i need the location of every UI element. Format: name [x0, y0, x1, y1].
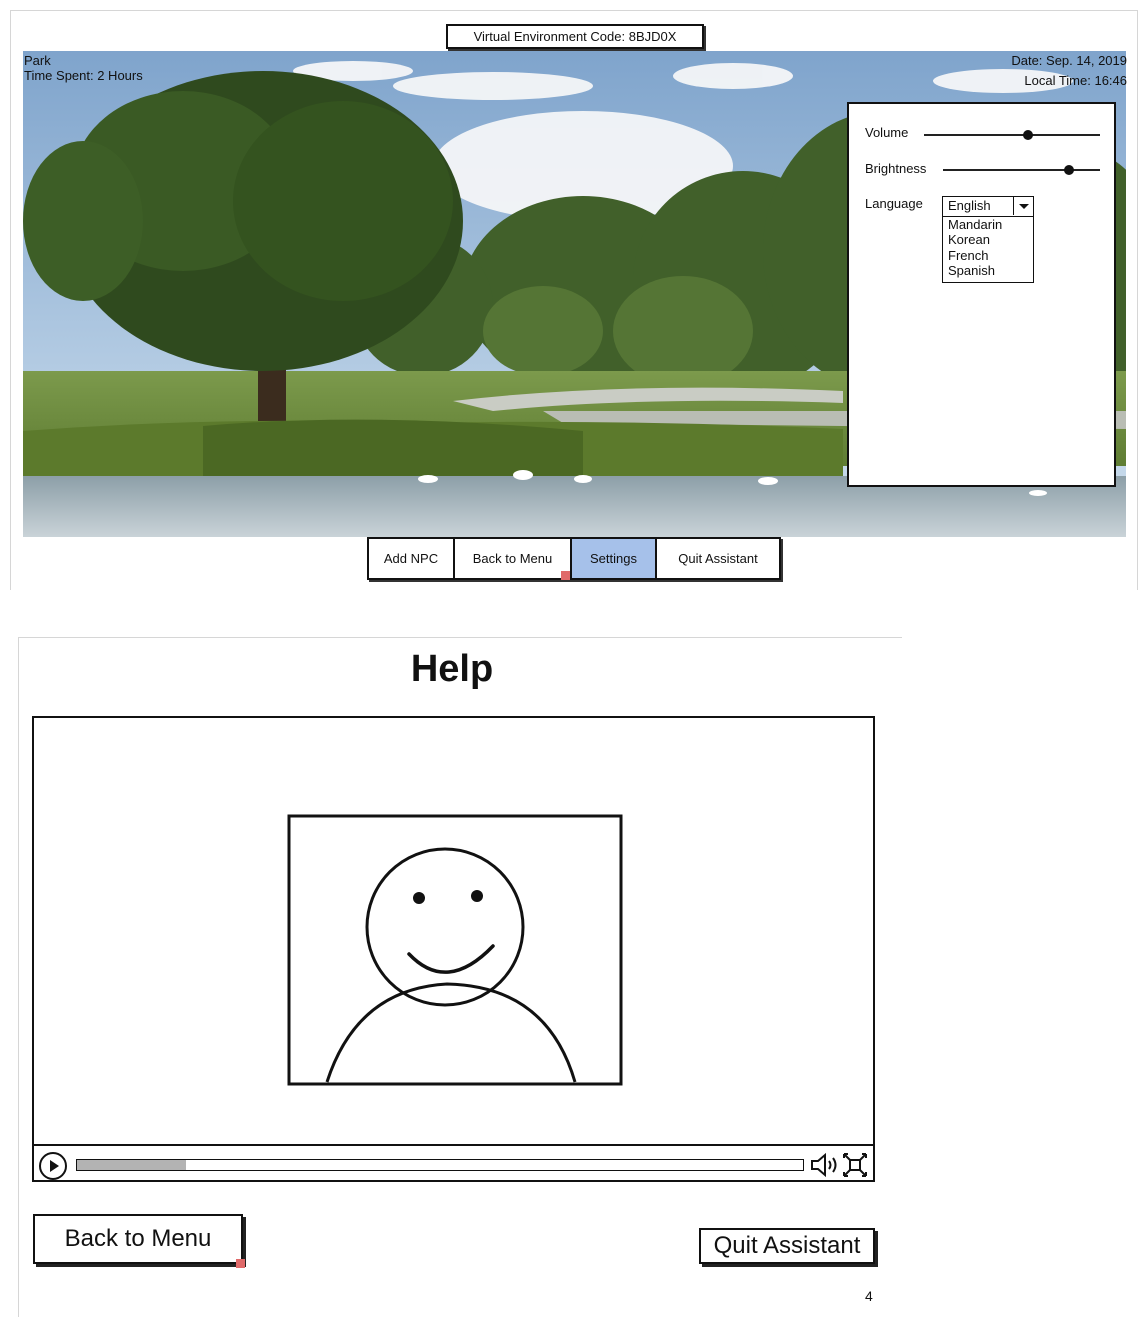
- volume-slider-knob[interactable]: [1022, 130, 1033, 140]
- volume-label: Volume: [865, 125, 909, 140]
- quit-assistant-button[interactable]: Quit Assistant: [699, 1228, 875, 1264]
- back-to-menu-button[interactable]: Back to Menu: [455, 539, 572, 580]
- volume-icon[interactable]: [810, 1152, 840, 1178]
- language-option-french[interactable]: French: [948, 248, 1033, 263]
- settings-panel: Volume Brightness Language English Manda…: [847, 102, 1116, 487]
- environment-code-label: Virtual Environment Code: 8BJD0X: [446, 24, 704, 49]
- video-progress-bar[interactable]: [76, 1159, 804, 1171]
- language-select[interactable]: English: [942, 196, 1034, 217]
- page-title: Help: [410, 648, 494, 690]
- quit-assistant-button[interactable]: Quit Assistant: [657, 539, 779, 578]
- bottom-nav-bar: Add NPC Back to Menu Settings Quit Assis…: [367, 537, 781, 580]
- language-options-list: Mandarin Korean French Spanish: [942, 216, 1034, 283]
- play-icon[interactable]: [39, 1152, 67, 1180]
- link-indicator-icon: [236, 1259, 245, 1268]
- link-indicator-icon: [561, 571, 570, 580]
- video-placeholder-image: [287, 814, 623, 1086]
- video-progress-fill: [77, 1160, 186, 1170]
- language-option-korean[interactable]: Korean: [948, 232, 1033, 247]
- language-option-mandarin[interactable]: Mandarin: [948, 217, 1033, 232]
- video-controls: [34, 1144, 873, 1180]
- volume-slider[interactable]: [924, 134, 1100, 136]
- brightness-slider[interactable]: [943, 169, 1100, 171]
- brightness-slider-knob[interactable]: [1063, 165, 1074, 175]
- add-npc-button[interactable]: Add NPC: [369, 539, 455, 578]
- language-label: Language: [865, 196, 923, 211]
- location-label: Park: [24, 53, 51, 68]
- brightness-label: Brightness: [865, 161, 927, 176]
- help-screen: Help Back to Menu Quit Assistant 4: [18, 637, 902, 1317]
- local-time-label: Local Time: 16:46: [1024, 73, 1127, 88]
- time-spent-label: Time Spent: 2 Hours: [24, 68, 143, 83]
- date-label: Date: Sep. 14, 2019: [1011, 53, 1127, 68]
- back-to-menu-button[interactable]: Back to Menu: [33, 1214, 245, 1268]
- language-selected-value: English: [948, 198, 991, 213]
- back-to-menu-label: Back to Menu: [472, 551, 553, 566]
- video-player[interactable]: [32, 716, 875, 1182]
- chevron-down-icon[interactable]: [1013, 197, 1033, 215]
- fullscreen-icon[interactable]: [842, 1152, 868, 1178]
- virtual-environment-screen: Virtual Environment Code: 8BJD0X Park Ti…: [10, 10, 1138, 590]
- back-to-menu-label: Back to Menu: [64, 1225, 212, 1252]
- language-option-spanish[interactable]: Spanish: [948, 263, 1033, 278]
- settings-button[interactable]: Settings: [572, 539, 657, 578]
- page-number: 4: [865, 1288, 873, 1304]
